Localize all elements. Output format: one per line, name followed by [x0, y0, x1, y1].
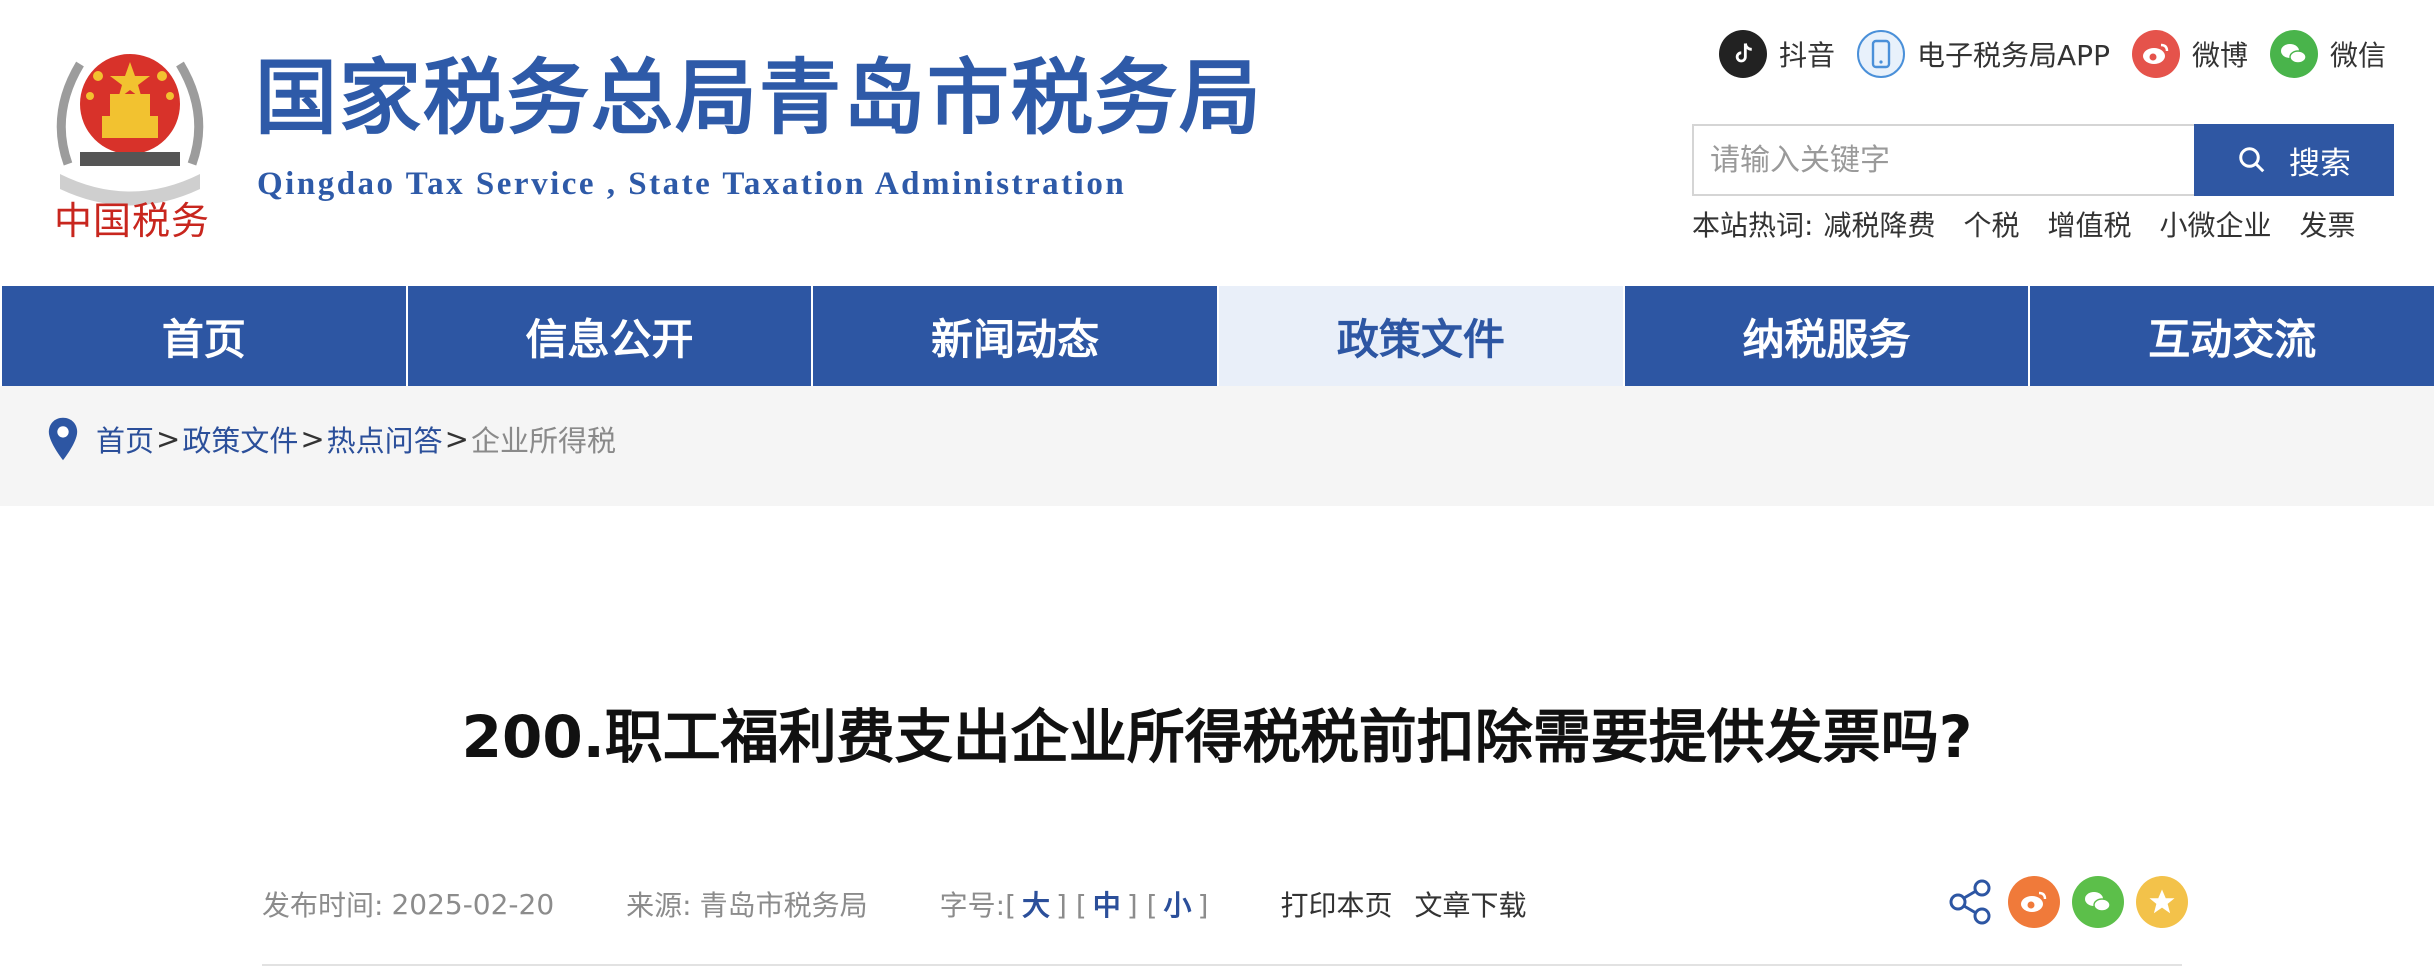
breadcrumb-separator: >: [156, 422, 181, 456]
publish-label: 发布时间:: [262, 889, 384, 922]
meta-divider: [262, 964, 2182, 966]
font-size-label: 字号:: [939, 889, 1006, 922]
social-links: 抖音 电子税务局APP 微博 微信: [1697, 30, 2386, 78]
douyin-icon: [1719, 30, 1768, 78]
share-icon[interactable]: [1944, 876, 1996, 928]
share-bar: [1932, 876, 2188, 928]
print-page-button[interactable]: 打印本页: [1280, 884, 1392, 924]
font-size-large[interactable]: 大: [1022, 889, 1050, 922]
nav-item-policy-documents[interactable]: 政策文件: [1217, 286, 1623, 386]
nav-item-home[interactable]: 首页: [0, 286, 406, 386]
search-button-label: 搜索: [2289, 145, 2351, 182]
hot-keywords: 本站热词: 减税降费 个税 增值税 小微企业 发票: [1692, 204, 2356, 244]
publish-date: 2025-02-20: [391, 887, 555, 921]
article-title: 200.职工福利费支出企业所得税税前扣除需要提供发票吗?: [461, 703, 1973, 771]
mobile-app-icon: [1857, 30, 1906, 78]
emblem-calligraphy: 中国税务: [54, 199, 211, 243]
hot-keyword[interactable]: 减税降费: [1823, 204, 1935, 244]
nav-item-tax-services[interactable]: 纳税服务: [1622, 286, 2029, 386]
tax-emblem-logo[interactable]: 中国税务: [40, 24, 220, 254]
social-label-tax-app: 电子税务局APP: [1917, 39, 2110, 72]
breadcrumb-current: 企业所得税: [470, 424, 616, 458]
hot-keyword[interactable]: 增值税: [2047, 204, 2131, 244]
nav-item-interaction[interactable]: 互动交流: [2028, 286, 2434, 386]
breadcrumb-separator: >: [444, 422, 469, 456]
nav-item-info-disclosure[interactable]: 信息公开: [405, 286, 812, 386]
breadcrumb-separator: >: [300, 422, 325, 456]
social-link-weibo[interactable]: 微博: [2131, 30, 2248, 78]
nav-item-news[interactable]: 新闻动态: [811, 286, 1217, 386]
breadcrumb-link-home[interactable]: 首页: [96, 418, 154, 460]
breadcrumb-link-hot-qa[interactable]: 热点问答: [327, 418, 443, 460]
article-meta: 发布时间: 2025-02-20 来源: 青岛市税务局 字号:[大] [中] […: [262, 884, 1549, 924]
search-button[interactable]: 搜索: [2194, 124, 2394, 196]
social-label-wechat: 微信: [2329, 39, 2386, 72]
main-nav: 首页 信息公开 新闻动态 政策文件 纳税服务 互动交流: [0, 286, 2434, 386]
font-size-medium[interactable]: 中: [1093, 889, 1121, 922]
social-label-weibo: 微博: [2191, 39, 2248, 72]
social-link-douyin[interactable]: 抖音: [1719, 30, 1835, 78]
hot-keywords-label: 本站热词:: [1692, 209, 1814, 242]
breadcrumb: 首页 > 政策文件 > 热点问答 > 企业所得税: [46, 416, 616, 462]
search-icon: [2239, 147, 2265, 173]
site-subtitle: Qingdao Tax Service , State Taxation Adm…: [257, 166, 1127, 202]
source-label: 来源:: [626, 889, 692, 922]
hot-keyword[interactable]: 发票: [2300, 204, 2356, 244]
font-size-control: 字号:[大] [中] [小]: [939, 889, 1209, 922]
breadcrumb-bar: 首页 > 政策文件 > 热点问答 > 企业所得税: [0, 386, 2434, 506]
social-link-wechat[interactable]: 微信: [2269, 30, 2386, 78]
download-article-button[interactable]: 文章下载: [1415, 884, 1527, 924]
font-size-small[interactable]: 小: [1164, 889, 1192, 922]
hot-keyword[interactable]: 小微企业: [2159, 204, 2271, 244]
share-weibo-icon[interactable]: [2008, 876, 2060, 928]
hot-keyword[interactable]: 个税: [1963, 204, 2019, 244]
site-title: 国家税务总局青岛市税务局: [255, 51, 1264, 146]
location-pin-icon: [48, 417, 78, 461]
favorite-star-icon[interactable]: [2136, 876, 2188, 928]
breadcrumb-link-policy[interactable]: 政策文件: [182, 418, 298, 460]
social-link-tax-app[interactable]: 电子税务局APP: [1857, 30, 2110, 78]
share-wechat-icon[interactable]: [2072, 876, 2124, 928]
source-name: 青岛市税务局: [699, 889, 868, 922]
social-label-douyin: 抖音: [1779, 39, 1836, 72]
search-input[interactable]: [1692, 124, 2194, 196]
weibo-icon: [2131, 30, 2180, 78]
search-box: 搜索: [1692, 124, 2394, 196]
wechat-icon: [2269, 30, 2318, 78]
